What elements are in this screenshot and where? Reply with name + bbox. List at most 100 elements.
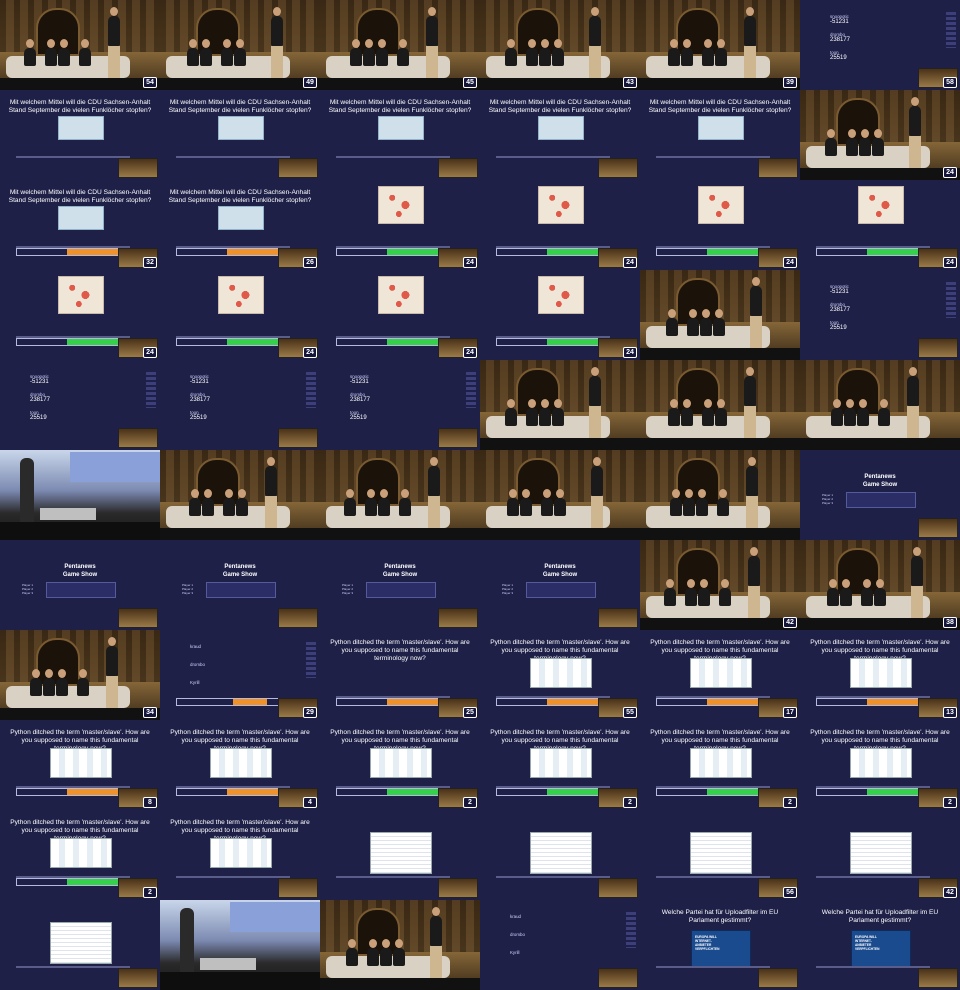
person-figure xyxy=(715,39,727,66)
player-input-box xyxy=(366,582,436,598)
answer-strip xyxy=(176,156,290,158)
person-legs xyxy=(428,496,440,528)
tile-stage: 38 xyxy=(800,540,960,630)
score-value: 25519 xyxy=(30,415,47,421)
countdown-badge: 8 xyxy=(143,797,157,808)
countdown-badge: 24 xyxy=(783,257,797,268)
person-figure xyxy=(187,39,199,66)
person-figure xyxy=(681,39,693,66)
countdown-badge: 2 xyxy=(943,797,957,808)
camera-inset xyxy=(118,968,158,988)
tile-slide: 24 xyxy=(640,180,800,270)
countdown-badge: 45 xyxy=(463,77,477,88)
player-labels: Player 1 Player 2 Player 3 xyxy=(342,583,354,595)
question-image xyxy=(218,206,264,230)
stage-floor xyxy=(160,78,320,90)
countdown-badge: 4 xyxy=(303,797,317,808)
question-text: Python ditched the term 'master/slave'. … xyxy=(330,639,470,662)
presenter-desk xyxy=(200,958,256,970)
progress-bar xyxy=(336,788,450,796)
countdown-badge: 24 xyxy=(463,257,477,268)
score-value: -51231 xyxy=(190,379,209,385)
camera-inset xyxy=(118,428,158,448)
camera-inset xyxy=(278,428,318,448)
score-value: 25519 xyxy=(830,55,847,61)
question-text: Mit welchem Mittel will die CDU Sachsen-… xyxy=(168,99,312,114)
player-labels: Player 1 Player 2 Player 3 xyxy=(502,583,514,595)
person-figure xyxy=(200,39,212,66)
countdown-badge: 2 xyxy=(783,797,797,808)
person-figure xyxy=(744,367,756,406)
countdown-badge: 38 xyxy=(943,617,957,628)
countdown-badge: 17 xyxy=(783,707,797,718)
tile-slide: Welche Partei hat für Uploadfilter im EU… xyxy=(800,900,960,990)
person-figure xyxy=(397,39,409,66)
question-image xyxy=(50,922,112,964)
person-figure xyxy=(428,457,440,496)
projection-screen xyxy=(70,452,160,482)
question-text: Mit welchem Mittel will die CDU Sachsen-… xyxy=(488,99,632,114)
question-text: Mit welchem Mittel will die CDU Sachsen-… xyxy=(328,99,472,114)
tile-stage xyxy=(320,450,480,540)
tile-slide: 56 xyxy=(640,810,800,900)
score-value: 25519 xyxy=(350,415,367,421)
score-value: 238177 xyxy=(350,397,371,403)
countdown-badge: 55 xyxy=(623,707,637,718)
pentanews-title: Pentanews xyxy=(64,564,96,570)
stage-floor xyxy=(640,618,800,630)
person-figure xyxy=(376,39,388,66)
tile-scores: snoopotic -51231 drombo 238177 toon 25519 xyxy=(320,360,480,450)
person-figure xyxy=(681,399,693,426)
countdown-badge: 13 xyxy=(943,707,957,718)
tile-penta: Pentanews Game Show Player 1 Player 2 Player… xyxy=(800,450,960,540)
question-image xyxy=(690,748,752,778)
gameshow-title: Game Show xyxy=(382,572,418,578)
camera-inset xyxy=(918,968,958,988)
answer-strip xyxy=(816,876,930,878)
progress-bar xyxy=(496,698,610,706)
person-figure xyxy=(350,39,362,66)
progress-bar xyxy=(816,698,930,706)
person-legs xyxy=(744,46,756,78)
tile-slide: Python ditched the term 'master/slave'. … xyxy=(480,630,640,720)
tile-slide: 42 xyxy=(800,810,960,900)
player-input-box xyxy=(526,582,596,598)
tile-slide: Python ditched the term 'master/slave'. … xyxy=(480,720,640,810)
gameshow-title: Game Show xyxy=(862,482,898,488)
stage-floor xyxy=(480,438,640,450)
tile-slide xyxy=(0,900,160,990)
tile-stage: 42 xyxy=(640,540,800,630)
person-figure xyxy=(554,489,566,516)
progress-bar xyxy=(176,788,290,796)
score-name: Kyrill xyxy=(190,680,200,685)
question-image xyxy=(690,832,752,874)
person-figure xyxy=(664,579,676,606)
score-sidebar xyxy=(946,282,956,318)
tile-stage: 49 xyxy=(160,0,320,90)
stage-floor xyxy=(0,708,160,720)
tile-scores_b: kraud drombo Kyrill xyxy=(480,900,640,990)
person-figure xyxy=(666,309,678,336)
person-figure xyxy=(505,399,517,426)
person-figure xyxy=(202,489,214,516)
tile-slide: Mit welchem Mittel will die CDU Sachsen-… xyxy=(160,180,320,270)
question-text: Mit welchem Mittel will die CDU Sachsen-… xyxy=(648,99,792,114)
person-figure xyxy=(346,939,358,966)
person-figure xyxy=(750,277,762,316)
gameshow-title: Game Show xyxy=(542,572,578,578)
player-input-box xyxy=(846,492,916,508)
stage-floor xyxy=(800,618,960,630)
person-figure xyxy=(426,7,438,46)
question-image xyxy=(58,116,104,140)
progress-bar xyxy=(336,338,450,346)
countdown-badge: 43 xyxy=(623,77,637,88)
person-figure xyxy=(399,489,411,516)
person-legs xyxy=(748,586,760,618)
person-figure xyxy=(719,579,731,606)
progress-bar xyxy=(336,698,450,706)
person-figure xyxy=(909,97,921,136)
tile-stage: 43 xyxy=(480,0,640,90)
question-image xyxy=(50,838,112,868)
tile-slide: Mit welchem Mittel will die CDU Sachsen-… xyxy=(0,180,160,270)
tile-stage xyxy=(640,360,800,450)
